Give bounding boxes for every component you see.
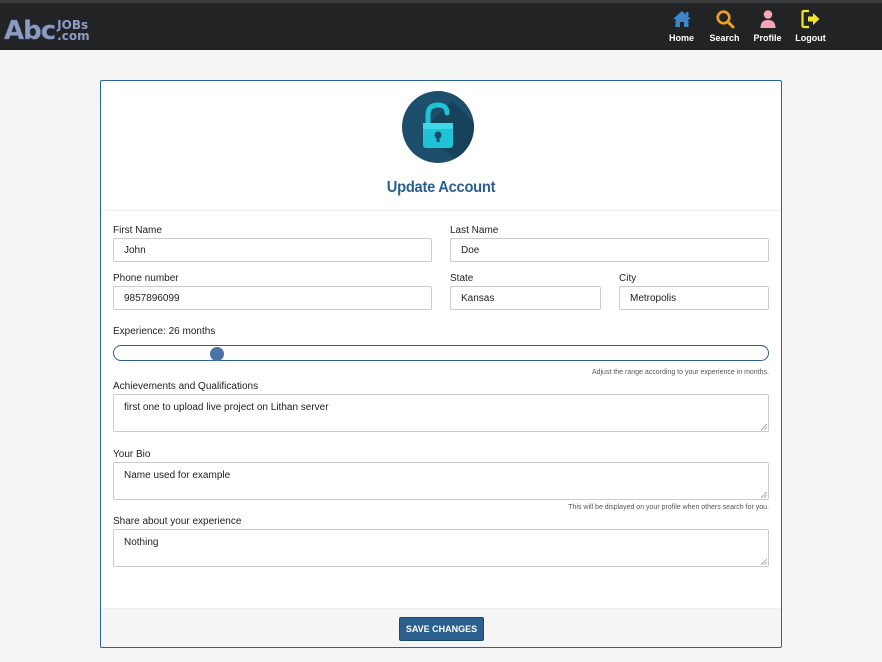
card-header: Update Account	[101, 81, 781, 211]
experience-slider[interactable]	[113, 345, 769, 361]
nav-label-profile: Profile	[753, 33, 782, 43]
logo-side-text: JOBs .com	[57, 19, 90, 43]
bio-hint: This will be displayed on your profile w…	[568, 504, 769, 511]
state-input[interactable]: Kansas	[450, 286, 601, 310]
page-title: Update Account	[386, 179, 496, 196]
bio-textarea[interactable]: Name used for example	[113, 462, 769, 500]
resize-handle-icon[interactable]	[761, 559, 767, 565]
last-name-label: Last Name	[450, 225, 499, 236]
abcjobs-logo[interactable]: Abc JOBs .com	[4, 13, 90, 46]
bio-label: Your Bio	[113, 449, 151, 460]
first-name-input[interactable]: John	[113, 238, 432, 262]
user-icon	[760, 10, 775, 28]
last-name-input[interactable]: Doe	[450, 238, 769, 262]
nav-item-logout[interactable]: Logout	[789, 9, 832, 43]
achievements-text: first one to upload live project on Lith…	[124, 402, 329, 413]
share-experience-text: Nothing	[124, 537, 159, 548]
logo-main-text: Abc	[4, 16, 57, 46]
nav-label-search: Search	[709, 33, 740, 43]
card-footer: SAVE CHANGES	[101, 608, 781, 647]
resize-handle-icon[interactable]	[761, 492, 767, 498]
share-experience-textarea[interactable]: Nothing	[113, 529, 769, 567]
nav-item-home[interactable]: Home	[660, 9, 703, 43]
update-account-card: Update Account First Name John Last Name…	[100, 80, 782, 648]
nav-label-logout: Logout	[795, 33, 826, 43]
nav-label-home: Home	[668, 33, 694, 43]
experience-hint: Adjust the range according to your exper…	[591, 369, 769, 376]
search-icon	[715, 10, 734, 29]
home-icon	[672, 11, 691, 27]
save-changes-button[interactable]: SAVE CHANGES	[399, 617, 484, 641]
achievements-textarea[interactable]: first one to upload live project on Lith…	[113, 394, 769, 432]
phone-label: Phone number	[113, 273, 179, 284]
bio-text: Name used for example	[124, 470, 231, 481]
first-name-label: First Name	[113, 225, 162, 236]
resize-handle-icon[interactable]	[761, 424, 767, 430]
share-experience-label: Share about your experience	[113, 516, 242, 527]
achievements-label: Achievements and Qualifications	[113, 381, 259, 392]
logo-bottom-text: .com	[57, 29, 90, 43]
nav-item-profile[interactable]: Profile	[746, 9, 789, 43]
lock-icon	[402, 91, 474, 163]
city-input[interactable]: Metropolis	[619, 286, 769, 310]
top-navbar: Abc JOBs .com Home Search Profile Logout	[0, 0, 882, 50]
state-label: State	[450, 273, 474, 284]
nav-item-search[interactable]: Search	[703, 9, 746, 43]
experience-label: Experience: 26 months	[113, 326, 216, 337]
logout-icon	[800, 9, 819, 29]
phone-input[interactable]: 9857896099	[113, 286, 432, 310]
nav-menu: Home Search Profile Logout	[660, 9, 832, 43]
city-label: City	[619, 273, 637, 284]
experience-slider-thumb[interactable]	[210, 347, 224, 361]
